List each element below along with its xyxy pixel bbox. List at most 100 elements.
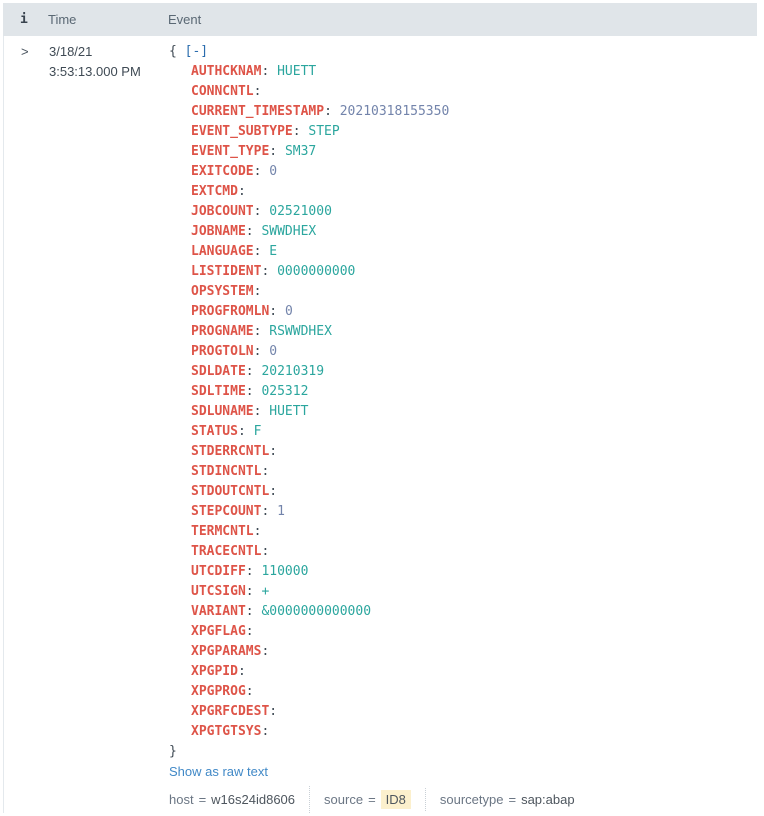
- event-cell: { [-] AUTHCKNAM: HUETT CONNCNTL: CURRENT_T…: [169, 42, 757, 813]
- json-colon: :: [261, 544, 269, 559]
- json-colon: :: [261, 264, 269, 279]
- json-field: AUTHCKNAM: HUETT: [169, 62, 757, 82]
- json-key: JOBCOUNT: [191, 204, 254, 219]
- event-date: 3/18/21: [49, 42, 169, 62]
- json-value: SM37: [285, 144, 316, 159]
- json-field: PROGNAME: RSWWDHEX: [169, 322, 757, 342]
- json-key: PROGNAME: [191, 324, 254, 339]
- field-value[interactable]: w16s24id8606: [211, 792, 295, 807]
- json-colon: :: [254, 284, 262, 299]
- open-brace: {: [169, 44, 177, 59]
- json-key: XPGFLAG: [191, 624, 246, 639]
- json-field: SDLUNAME: HUETT: [169, 402, 757, 422]
- field-label: source: [324, 792, 363, 807]
- json-value: &0000000000000: [261, 604, 371, 619]
- json-colon: :: [269, 444, 277, 459]
- json-key: UTCDIFF: [191, 564, 246, 579]
- json-field: OPSYSTEM:: [169, 282, 757, 302]
- json-collapse-toggle[interactable]: [-]: [185, 44, 208, 59]
- json-field: JOBNAME: SWWDHEX: [169, 222, 757, 242]
- json-value: 1: [277, 504, 285, 519]
- json-key: CONNCNTL: [191, 84, 254, 99]
- column-header-time: Time: [48, 12, 168, 27]
- json-value: 110000: [261, 564, 308, 579]
- json-colon: :: [269, 484, 277, 499]
- json-field: TERMCNTL:: [169, 522, 757, 542]
- json-field: XPGFLAG:: [169, 622, 757, 642]
- json-fields: AUTHCKNAM: HUETT CONNCNTL: CURRENT_TIMESTA…: [169, 62, 757, 742]
- json-key: STDINCNTL: [191, 464, 261, 479]
- json-field: LISTIDENT: 0000000000: [169, 262, 757, 282]
- json-key: XPGPID: [191, 664, 238, 679]
- json-field: UTCSIGN: +: [169, 582, 757, 602]
- json-key: UTCSIGN: [191, 584, 246, 599]
- event-time-cell: 3/18/21 3:53:13.000 PM: [49, 42, 169, 813]
- json-field: PROGFROMLN: 0: [169, 302, 757, 322]
- json-colon: :: [246, 564, 254, 579]
- events-table: i Time Event > 3/18/21 3:53:13.000 PM { …: [3, 3, 757, 813]
- json-value: 0: [269, 164, 277, 179]
- json-field: JOBCOUNT: 02521000: [169, 202, 757, 222]
- json-field: STEPCOUNT: 1: [169, 502, 757, 522]
- equals-sign: =: [508, 792, 516, 807]
- json-field: VARIANT: &0000000000000: [169, 602, 757, 622]
- json-key: STATUS: [191, 424, 238, 439]
- json-key: SDLTIME: [191, 384, 246, 399]
- json-close-line: }: [169, 742, 757, 762]
- json-key: XPGPROG: [191, 684, 246, 699]
- json-key: EVENT_SUBTYPE: [191, 124, 293, 139]
- json-colon: :: [261, 644, 269, 659]
- expand-chevron-icon[interactable]: >: [21, 44, 29, 59]
- json-colon: :: [254, 404, 262, 419]
- json-colon: :: [246, 224, 254, 239]
- json-colon: :: [238, 184, 246, 199]
- json-colon: :: [269, 704, 277, 719]
- json-field: XPGPARAMS:: [169, 642, 757, 662]
- json-value: 0: [269, 344, 277, 359]
- json-colon: :: [261, 504, 269, 519]
- json-key: STEPCOUNT: [191, 504, 261, 519]
- json-field: XPGPID:: [169, 662, 757, 682]
- json-field: EXITCODE: 0: [169, 162, 757, 182]
- json-key: STDERRCNTL: [191, 444, 269, 459]
- event-time: 3:53:13.000 PM: [49, 62, 169, 82]
- json-field: EVENT_TYPE: SM37: [169, 142, 757, 162]
- json-colon: :: [254, 524, 262, 539]
- json-value: 02521000: [269, 204, 332, 219]
- field-label: host: [169, 792, 194, 807]
- json-colon: :: [238, 664, 246, 679]
- show-raw-text-link[interactable]: Show as raw text: [169, 762, 268, 782]
- json-value: 0000000000: [277, 264, 355, 279]
- json-field: TRACECNTL:: [169, 542, 757, 562]
- json-value: HUETT: [277, 64, 316, 79]
- column-header-info: i: [3, 12, 48, 27]
- json-open-line: { [-]: [169, 42, 757, 62]
- json-key: EXTCMD: [191, 184, 238, 199]
- footer-field-source: source=ID8: [309, 786, 425, 813]
- selected-fields-bar: host=w16s24id8606source=ID8sourcetype=sa…: [169, 786, 757, 813]
- json-field: CURRENT_TIMESTAMP: 20210318155350: [169, 102, 757, 122]
- json-colon: :: [246, 684, 254, 699]
- json-field: LANGUAGE: E: [169, 242, 757, 262]
- field-value[interactable]: ID8: [381, 790, 411, 809]
- json-colon: :: [269, 304, 277, 319]
- json-colon: :: [261, 64, 269, 79]
- json-value: SWWDHEX: [261, 224, 316, 239]
- json-tree: { [-] AUTHCKNAM: HUETT CONNCNTL: CURRENT_T…: [169, 42, 757, 762]
- json-field: STATUS: F: [169, 422, 757, 442]
- json-field: XPGPROG:: [169, 682, 757, 702]
- field-label: sourcetype: [440, 792, 504, 807]
- json-key: XPGRFCDEST: [191, 704, 269, 719]
- json-value: 0: [285, 304, 293, 319]
- json-key: STDOUTCNTL: [191, 484, 269, 499]
- json-colon: :: [246, 364, 254, 379]
- field-value[interactable]: sap:abap: [521, 792, 575, 807]
- json-field: SDLTIME: 025312: [169, 382, 757, 402]
- json-key: PROGFROMLN: [191, 304, 269, 319]
- json-field: STDINCNTL:: [169, 462, 757, 482]
- json-key: TERMCNTL: [191, 524, 254, 539]
- json-colon: :: [254, 244, 262, 259]
- json-field: XPGRFCDEST:: [169, 702, 757, 722]
- json-field: XPGTGTSYS:: [169, 722, 757, 742]
- json-key: EVENT_TYPE: [191, 144, 269, 159]
